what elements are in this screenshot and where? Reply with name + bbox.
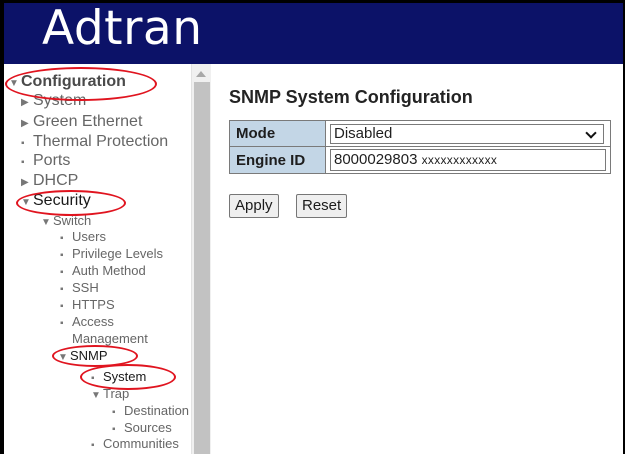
- bullet-icon: ▪: [60, 284, 64, 295]
- snmp-config-table: Mode Disabled Engine ID 8000029803 xxxxx…: [229, 120, 611, 174]
- nav-users[interactable]: ▪ Users: [60, 229, 106, 247]
- nav-https[interactable]: ▪ HTTPS: [60, 297, 115, 315]
- nav-label: Auth Method: [72, 263, 146, 278]
- bullet-icon: ▪: [60, 318, 64, 329]
- nav-label: Trap: [103, 386, 130, 401]
- engine-id-value: 8000029803: [334, 151, 418, 168]
- nav-label: Thermal Protection: [33, 133, 169, 150]
- nav-label: SNMP: [70, 348, 108, 363]
- scroll-up-arrow-icon[interactable]: [196, 71, 206, 77]
- collapse-triangle-icon: ▼: [41, 217, 51, 228]
- nav-security[interactable]: ▼ Security: [21, 193, 91, 211]
- sidebar-scrollbar[interactable]: [191, 64, 211, 454]
- nav-trap-destination[interactable]: ▪ Destination: [112, 403, 189, 421]
- nav-access-management[interactable]: ▪ Access: [60, 314, 114, 332]
- nav-label: Privilege Levels: [72, 246, 164, 261]
- nav-communities[interactable]: ▪ Communities: [91, 436, 179, 454]
- nav-label: SSH: [72, 280, 99, 295]
- collapse-triangle-icon: ▼: [9, 78, 19, 89]
- engine-id-input[interactable]: 8000029803 xxxxxxxxxxxx: [330, 149, 606, 171]
- reset-button[interactable]: Reset: [296, 194, 348, 218]
- bullet-icon: ▪: [91, 440, 95, 451]
- chevron-down-icon[interactable]: [585, 126, 597, 139]
- expand-triangle-icon: ▶: [21, 177, 29, 188]
- bullet-icon: ▪: [60, 267, 64, 278]
- bullet-icon: ▪: [21, 138, 25, 149]
- engine-id-row: Engine ID 8000029803 xxxxxxxxxxxx: [229, 146, 611, 174]
- mode-label: Mode: [229, 120, 326, 147]
- apply-button[interactable]: Apply: [229, 194, 279, 218]
- scroll-thumb[interactable]: [194, 82, 210, 454]
- nav-label: Management: [72, 331, 148, 346]
- bullet-icon: ▪: [91, 373, 95, 384]
- nav-label: Sources: [124, 420, 172, 435]
- bullet-icon: ▪: [112, 407, 116, 418]
- nav-label: Switch: [53, 213, 92, 228]
- expand-triangle-icon: ▶: [21, 118, 29, 129]
- mode-select-value: Disabled: [334, 124, 393, 142]
- collapse-triangle-icon: ▼: [21, 197, 31, 208]
- nav-auth-method[interactable]: ▪ Auth Method: [60, 263, 146, 281]
- nav-thermal-protection[interactable]: ▪ Thermal Protection: [21, 134, 168, 152]
- bullet-icon: ▪: [60, 250, 64, 261]
- nav-label: Green Ethernet: [33, 113, 143, 130]
- mode-row: Mode Disabled: [229, 120, 611, 147]
- nav-label: HTTPS: [72, 297, 115, 312]
- nav-access-management-cont[interactable]: Management: [72, 331, 148, 347]
- adtran-logo: Adtran: [42, 1, 203, 56]
- nav-snmp[interactable]: ▼ SNMP: [58, 348, 108, 366]
- bullet-icon: ▪: [60, 233, 64, 244]
- nav-label: System: [33, 92, 87, 109]
- nav-label: Communities: [103, 436, 179, 451]
- nav-trap[interactable]: ▼ Trap: [91, 386, 129, 404]
- nav-ssh[interactable]: ▪ SSH: [60, 280, 99, 298]
- nav-privilege-levels[interactable]: ▪ Privilege Levels: [60, 246, 163, 264]
- nav-system[interactable]: ▶ System: [21, 93, 86, 111]
- collapse-triangle-icon: ▼: [58, 352, 68, 363]
- nav-label: Security: [33, 192, 91, 209]
- nav-label: Ports: [33, 152, 71, 169]
- nav-label: Users: [72, 229, 106, 244]
- nav-configuration[interactable]: ▼ Configuration: [9, 74, 126, 92]
- nav-snmp-system[interactable]: ▪ System: [91, 369, 146, 387]
- page-title: SNMP System Configuration: [229, 87, 473, 107]
- engine-id-label: Engine ID: [229, 146, 326, 174]
- app-header: Adtran: [4, 1, 623, 64]
- nav-ports[interactable]: ▪ Ports: [21, 153, 70, 171]
- nav-dhcp[interactable]: ▶ DHCP: [21, 173, 78, 191]
- engine-id-cell: 8000029803 xxxxxxxxxxxx: [325, 146, 611, 174]
- bullet-icon: ▪: [60, 301, 64, 312]
- collapse-triangle-icon: ▼: [91, 390, 101, 401]
- nav-label: Access: [72, 314, 114, 329]
- nav-label: Configuration: [21, 73, 126, 90]
- mode-cell: Disabled: [325, 120, 611, 147]
- nav-label: System: [103, 369, 147, 384]
- mode-select[interactable]: Disabled: [330, 123, 604, 144]
- expand-triangle-icon: ▶: [21, 97, 29, 108]
- nav-label: DHCP: [33, 172, 79, 189]
- engine-id-masked-suffix: xxxxxxxxxxxx: [421, 153, 498, 167]
- nav-green-ethernet[interactable]: ▶ Green Ethernet: [21, 114, 142, 132]
- nav-label: Destination: [124, 403, 190, 418]
- bullet-icon: ▪: [21, 157, 25, 168]
